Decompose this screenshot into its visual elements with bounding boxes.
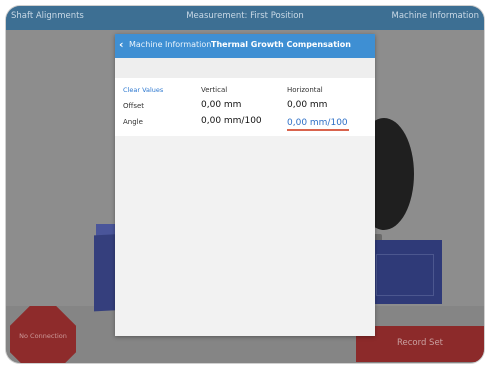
compensation-table: Clear Values Vertical Horizontal Offset … [115,78,375,136]
dialog-title: Thermal Growth Compensation [211,40,351,49]
appbar-machine-information-link[interactable]: Machine Information [392,11,480,21]
angle-horizontal-input[interactable] [287,116,349,131]
row-label-angle: Angle [123,118,143,126]
row-label-offset: Offset [123,102,145,110]
column-header-horizontal: Horizontal [287,86,323,94]
clear-values-button[interactable]: Clear Values [123,86,163,94]
offset-horizontal-value[interactable]: 0,00 mm [287,100,327,110]
column-header-vertical: Vertical [201,86,228,94]
top-app-bar: Shaft Alignments Measurement: First Posi… [6,6,484,30]
chevron-left-icon[interactable]: ‹ [119,38,124,51]
dialog-toolbar-space [115,58,375,78]
right-machine-panel [376,254,434,296]
back-button-machine-information[interactable]: Machine Information [129,40,211,49]
thermal-growth-dialog: ‹ Machine Information Thermal Growth Com… [115,34,375,336]
record-set-label: Record Set [396,338,444,348]
no-connection-label: No Connection [19,332,67,340]
angle-vertical-value[interactable]: 0,00 mm/100 [201,116,262,126]
record-set-button[interactable]: Record Set [356,326,484,362]
offset-vertical-value[interactable]: 0,00 mm [201,100,241,110]
dialog-empty-area [115,136,375,336]
dialog-header: ‹ Machine Information Thermal Growth Com… [115,34,375,58]
